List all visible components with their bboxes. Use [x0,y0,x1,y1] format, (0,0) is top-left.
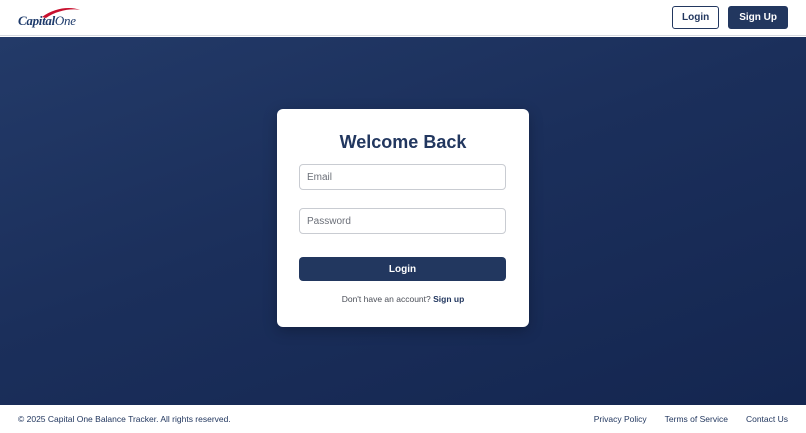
copyright-text: © 2025 Capital One Balance Tracker. All … [18,414,231,424]
hero-background: Welcome Back Login Don't have an account… [0,37,806,405]
top-nav: CapitalOne Login Sign Up [0,0,806,36]
header-login-button[interactable]: Login [672,6,720,29]
terms-of-service-link[interactable]: Terms of Service [665,414,728,424]
login-title: Welcome Back [339,132,467,152]
email-field[interactable] [299,164,506,190]
contact-us-link[interactable]: Contact Us [746,414,788,424]
signup-prompt: Don't have an account? Sign up [299,294,507,304]
header-actions: Login Sign Up [672,6,788,29]
footer-links: Privacy Policy Terms of Service Contact … [594,414,788,424]
login-submit-button[interactable]: Login [299,257,506,281]
login-card: Welcome Back Login Don't have an account… [277,109,529,327]
footer: © 2025 Capital One Balance Tracker. All … [0,405,806,433]
password-field[interactable] [299,208,506,234]
header-signup-button[interactable]: Sign Up [728,6,788,29]
logo-swoosh-icon [42,7,80,18]
signup-prompt-text: Don't have an account? [341,294,431,304]
capital-one-logo[interactable]: CapitalOne [18,6,80,30]
signup-link[interactable]: Sign up [433,294,464,304]
privacy-policy-link[interactable]: Privacy Policy [594,414,647,424]
